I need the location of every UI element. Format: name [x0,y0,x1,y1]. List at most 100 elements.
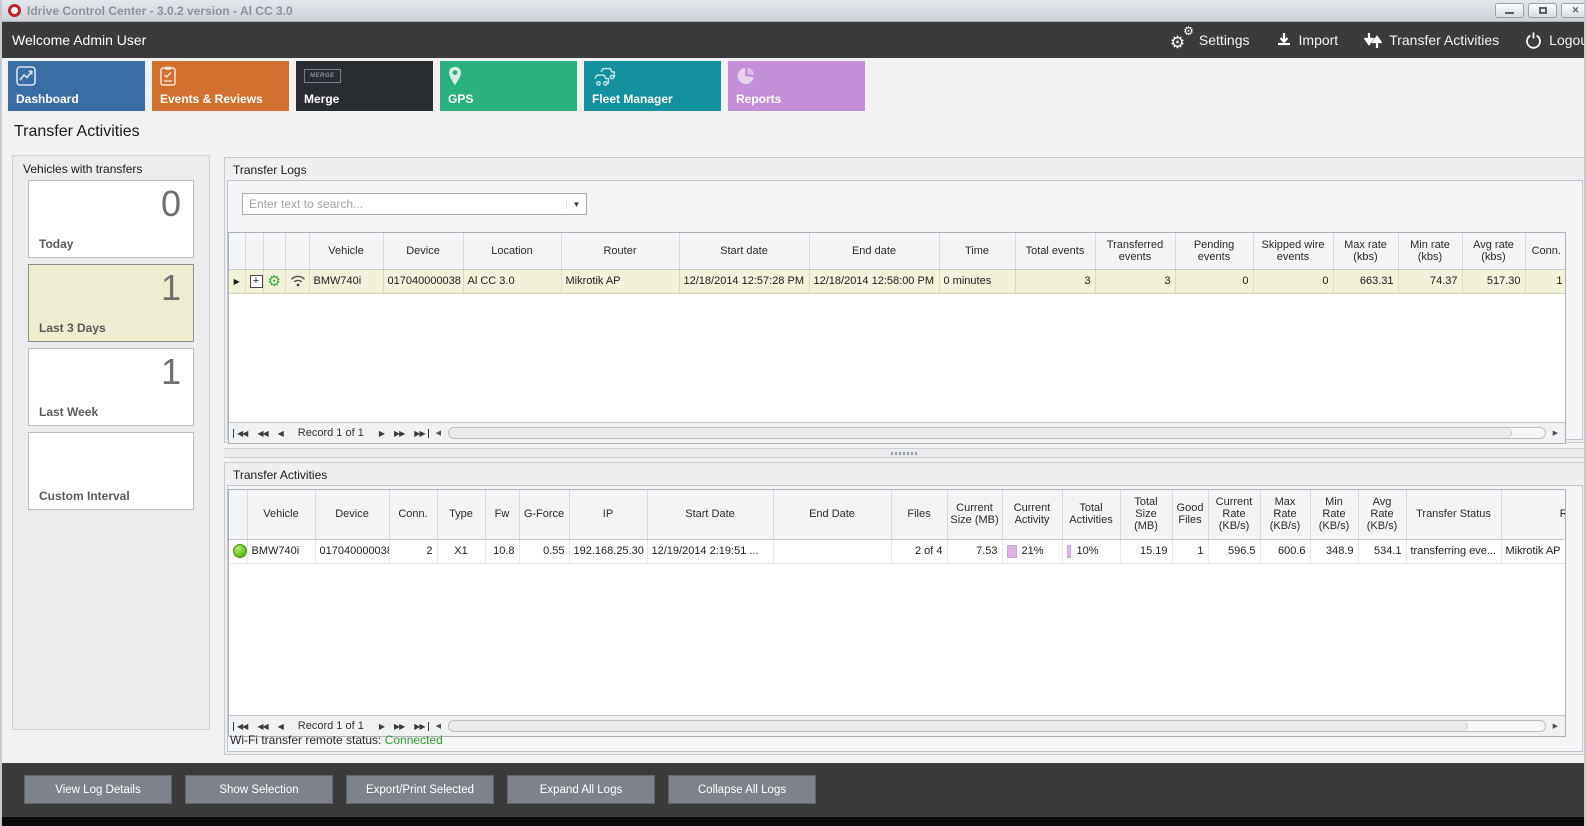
close-button[interactable]: ✕ [1561,3,1586,18]
nav-last-icon[interactable]: ▶▶ [411,722,428,731]
col-ip[interactable]: IP [569,490,647,539]
col-fw[interactable]: Fw [485,490,519,539]
nav-first-icon[interactable]: ◀◀ [233,722,250,731]
horizontal-scrollbar[interactable] [448,427,1546,439]
col-device[interactable]: Device [383,233,463,269]
col-files[interactable]: Files [891,490,947,539]
scroll-left-icon[interactable]: ◀ [433,722,444,730]
panel-splitter[interactable] [224,448,1586,458]
col-vehicle[interactable]: Vehicle [247,490,315,539]
scrollbar-thumb[interactable] [449,428,1512,438]
nav-last-icon[interactable]: ▶▶ [411,429,428,438]
col-skipped-wire-events[interactable]: Skipped wire events [1253,233,1333,269]
cell-total-activities: 10% [1062,539,1120,563]
col-status [229,490,247,539]
search-input[interactable] [243,197,566,211]
tab-merge[interactable]: MERGE Merge [296,61,433,111]
col-device[interactable]: Device [315,490,389,539]
cell-ip: 192.168.25.30 [569,539,647,563]
col-location[interactable]: Location [463,233,561,269]
nav-prev-page-icon[interactable]: ◀◀ [254,722,270,731]
cell-time: 0 minutes [939,269,1015,293]
tab-dashboard[interactable]: Dashboard [8,61,145,111]
wifi-transfer-status: Wi-Fi transfer remote status: Connected [230,733,443,747]
view-log-details-button[interactable]: View Log Details [24,775,172,804]
col-type[interactable]: Type [437,490,485,539]
wifi-status-label: Wi-Fi transfer remote status: [230,733,381,747]
window-titlebar[interactable]: Idrive Control Center - 3.0.2 version - … [2,0,1584,22]
col-start-date[interactable]: Start date [679,233,809,269]
col-min-rate[interactable]: Min rate (kbs) [1398,233,1462,269]
nav-first-icon[interactable]: ◀◀ [233,429,250,438]
window-title: Idrive Control Center - 3.0.2 version - … [27,4,293,18]
filter-card-last-3-days[interactable]: 1 Last 3 Days [28,264,194,342]
col-conn[interactable]: Conn. [389,490,437,539]
import-button[interactable]: Import [1276,32,1339,48]
settings-button[interactable]: ⚙⚙ Settings [1170,30,1250,50]
filter-card-last-week[interactable]: 1 Last Week [28,348,194,426]
logout-button[interactable]: Logout [1525,32,1586,49]
col-conn[interactable]: Conn. [1525,233,1566,269]
transfer-activities-grid: Vehicle Device Conn. Type Fw G-Force IP … [228,489,1566,737]
col-wifi [285,233,309,269]
col-transferred-events[interactable]: Transferred events [1095,233,1175,269]
expand-row-button[interactable]: + [250,275,263,288]
nav-next-page-icon[interactable]: ▶▶ [391,722,407,731]
cell-total-events: 3 [1015,269,1095,293]
nav-prev-icon[interactable]: ◀ [275,429,286,438]
scroll-left-icon[interactable]: ◀ [433,429,444,437]
col-total-activities[interactable]: Total Activities [1062,490,1120,539]
filter-card-custom-interval[interactable]: Custom Interval [28,432,194,510]
tab-events-reviews[interactable]: Events & Reviews [152,61,289,111]
export-print-selected-button[interactable]: Export/Print Selected [346,775,494,804]
scrollbar-thumb[interactable] [449,721,1468,731]
nav-next-icon[interactable]: ▶ [376,429,387,438]
nav-prev-icon[interactable]: ◀ [275,722,286,731]
col-current-rate[interactable]: Current Rate (KB/s) [1208,490,1260,539]
col-transfer-status[interactable]: Transfer Status [1406,490,1501,539]
tab-reports[interactable]: Reports [728,61,865,111]
nav-next-icon[interactable]: ▶ [376,722,387,731]
col-total-events[interactable]: Total events [1015,233,1095,269]
search-dropdown-icon[interactable]: ▼ [566,200,586,209]
col-current-activity[interactable]: Current Activity [1002,490,1062,539]
nav-next-page-icon[interactable]: ▶▶ [391,429,407,438]
col-pending-events[interactable]: Pending events [1175,233,1253,269]
col-time[interactable]: Time [939,233,1015,269]
col-start-date[interactable]: Start Date [647,490,773,539]
cell-type: X1 [437,539,485,563]
scroll-right-icon[interactable]: ▶ [1550,429,1561,437]
filter-card-today[interactable]: 0 Today [28,180,194,258]
col-avg-rate[interactable]: Avg rate (kbs) [1462,233,1525,269]
logs-record-navigator: ◀◀ ◀◀ ◀ Record 1 of 1 ▶ ▶▶ ▶▶ ◀ ▶ [229,422,1565,443]
transfer-log-row[interactable]: ▶ + ⚙ BMW740i 017040000038 Al CC [229,269,1566,293]
col-max-rate[interactable]: Max rate (kbs) [1333,233,1398,269]
tab-fleet-manager[interactable]: Fleet Manager [584,61,721,111]
footer-bar: View Log Details Show Selection Export/P… [2,763,1584,817]
vehicles-panel-title: Vehicles with transfers [13,156,209,176]
col-current-size[interactable]: Current Size (MB) [947,490,1002,539]
col-end-date[interactable]: End Date [773,490,891,539]
map-pin-icon [448,66,462,86]
maximize-button[interactable] [1528,3,1557,18]
col-max-rate[interactable]: Max Rate (KB/s) [1260,490,1310,539]
collapse-all-logs-button[interactable]: Collapse All Logs [668,775,816,804]
col-avg-rate[interactable]: Avg Rate (KB/s) [1358,490,1406,539]
col-router[interactable]: Router [1501,490,1566,539]
minimize-button[interactable] [1495,3,1524,18]
expand-all-logs-button[interactable]: Expand All Logs [507,775,655,804]
col-min-rate[interactable]: Min Rate (KB/s) [1310,490,1358,539]
nav-prev-page-icon[interactable]: ◀◀ [254,429,270,438]
horizontal-scrollbar[interactable] [448,720,1546,732]
show-selection-button[interactable]: Show Selection [185,775,333,804]
tab-gps[interactable]: GPS [440,61,577,111]
col-total-size[interactable]: Total Size (MB) [1120,490,1172,539]
transfer-activities-button[interactable]: Transfer Activities [1364,32,1499,49]
col-end-date[interactable]: End date [809,233,939,269]
col-g-force[interactable]: G-Force [519,490,569,539]
col-vehicle[interactable]: Vehicle [309,233,383,269]
col-router[interactable]: Router [561,233,679,269]
col-good-files[interactable]: Good Files [1172,490,1208,539]
transfer-activity-row[interactable]: BMW740i 017040000038 2 X1 10.8 0.55 192.… [229,539,1566,563]
scroll-right-icon[interactable]: ▶ [1550,722,1561,730]
